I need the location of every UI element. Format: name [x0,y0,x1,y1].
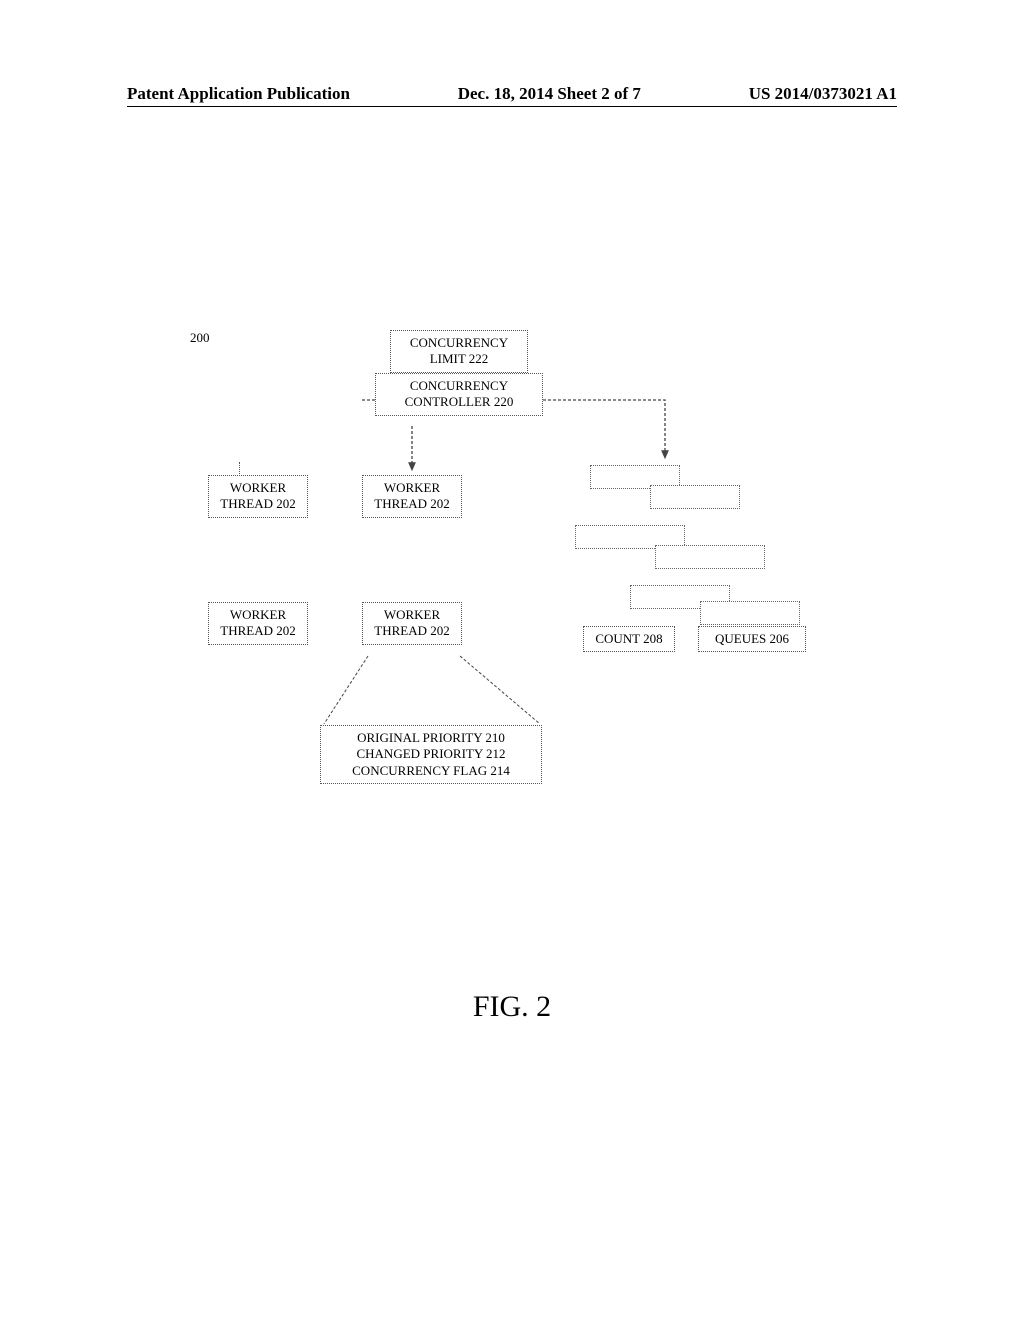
reference-hook [239,462,249,476]
worker-thread-box: WORKER THREAD 202 [362,475,462,518]
queue-box [650,485,740,509]
detail-concurrency-flag: CONCURRENCY FLAG 214 [327,763,535,779]
concurrency-limit-box: CONCURRENCY LIMIT 222 [390,330,528,373]
worker-thread-box: WORKER THREAD 202 [208,475,308,518]
reference-numeral-200: 200 [190,330,870,346]
queue-stack-group [590,465,840,525]
worker-thread-box: WORKER THREAD 202 [208,602,308,645]
page-header: Patent Application Publication Dec. 18, … [127,84,897,107]
concurrency-controller-box: CONCURRENCY CONTROLLER 220 [375,373,543,416]
header-right: US 2014/0373021 A1 [749,84,897,104]
queue-stack-group [575,525,855,585]
header-left: Patent Application Publication [127,84,350,104]
detail-original-priority: ORIGINAL PRIORITY 210 [327,730,535,746]
header-center: Dec. 18, 2014 Sheet 2 of 7 [458,84,641,104]
count-box: COUNT 208 [583,626,675,652]
queue-box [700,601,800,625]
thread-detail-box: ORIGINAL PRIORITY 210 CHANGED PRIORITY 2… [320,725,542,784]
worker-thread-box: WORKER THREAD 202 [362,602,462,645]
detail-changed-priority: CHANGED PRIORITY 212 [327,746,535,762]
queue-box [655,545,765,569]
queues-box: QUEUES 206 [698,626,806,652]
diagram-figure-2: CONCURRENCY LIMIT 222 CONCURRENCY CONTRO… [190,330,870,810]
figure-caption: FIG. 2 [0,990,1024,1024]
